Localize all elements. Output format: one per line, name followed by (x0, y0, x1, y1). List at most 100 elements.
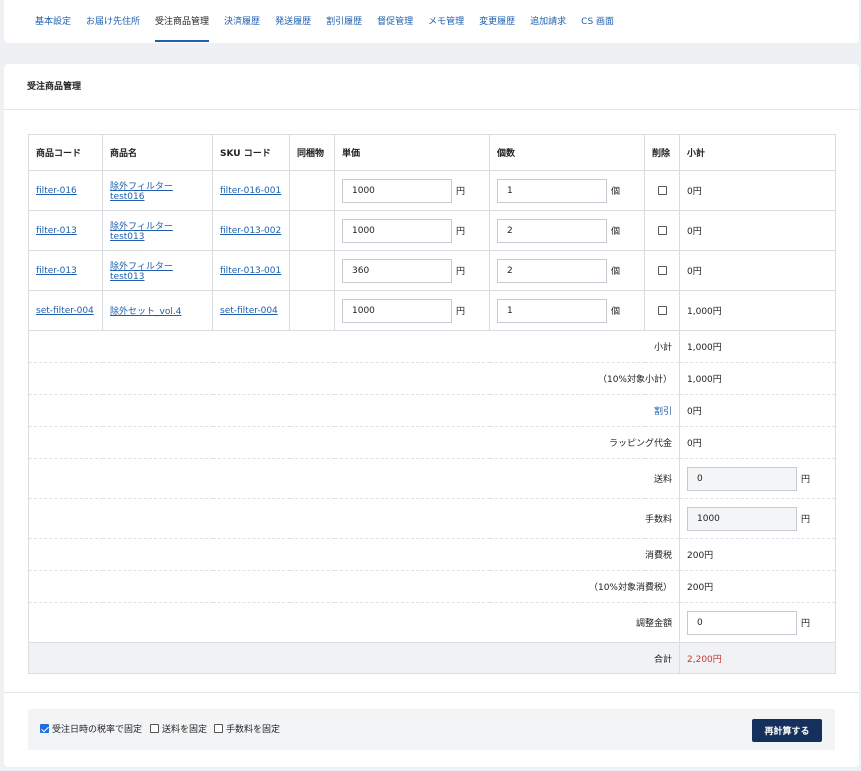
unit-price-input[interactable]: 1000 (342, 218, 452, 243)
yen-unit: 円 (456, 307, 466, 317)
handling-fee-input[interactable]: 1000 (687, 506, 797, 531)
divider (4, 692, 859, 693)
summary-value: 200円 (679, 570, 836, 603)
summary-row-tax: 消費税 200円 (28, 538, 836, 571)
total-label: 合計 (28, 642, 680, 674)
yen-unit: 円 (801, 619, 811, 629)
tab-bar: 基本設定 お届け先住所 受注商品管理 決済履歴 発送履歴 割引履歴 督促管理 メ… (4, 0, 859, 43)
fix-tax-checkbox[interactable] (40, 724, 49, 733)
order-items-table: 商品コード 商品名 SKU コード 同梱物 単価 個数 削除 小計 filter… (28, 134, 836, 674)
row-subtotal: 0円 (679, 250, 836, 291)
sku-code-link[interactable]: filter-013-001 (220, 266, 281, 276)
tab-additional-billing[interactable]: 追加請求 (530, 0, 566, 42)
unit-price-input[interactable]: 1000 (342, 178, 452, 203)
table-row: filter-013 除外フィルターtest013 filter-013-002… (28, 210, 836, 251)
tab-memo[interactable]: メモ管理 (428, 0, 464, 42)
bundle-cell (289, 290, 335, 331)
summary-label: 手数料 (28, 498, 680, 539)
delete-checkbox[interactable] (657, 265, 667, 275)
unit-price-input[interactable]: 360 (342, 258, 452, 283)
header-delete: 削除 (644, 134, 680, 171)
qty-unit: 個 (611, 187, 621, 197)
sku-code-link[interactable]: set-filter-004 (220, 306, 278, 316)
tabs: 基本設定 お届け先住所 受注商品管理 決済履歴 発送履歴 割引履歴 督促管理 メ… (4, 0, 859, 42)
bundle-cell (289, 210, 335, 251)
adjustment-input[interactable]: 0 (687, 610, 797, 635)
header-subtotal: 小計 (679, 134, 836, 171)
section-title: 受注商品管理 (27, 82, 82, 92)
sku-code-link[interactable]: filter-016-001 (220, 186, 281, 196)
fix-fee-option[interactable]: 手数料を固定 (214, 722, 280, 735)
summary-value: 1,000円 (679, 330, 836, 363)
summary-row-discount: 割引 0円 (28, 394, 836, 427)
header-unit-price: 単価 (334, 134, 490, 171)
fix-shipping-option[interactable]: 送料を固定 (150, 722, 207, 735)
fix-shipping-checkbox[interactable] (150, 724, 159, 733)
summary-label: （10%対象消費税） (28, 570, 680, 603)
product-code-link[interactable]: filter-013 (36, 226, 77, 236)
table-row: set-filter-004 除外セット_vol.4 set-filter-00… (28, 290, 836, 331)
yen-unit: 円 (801, 515, 811, 525)
options-bar: 受注日時の税率で固定 送料を固定 手数料を固定 再計算する (28, 709, 835, 750)
summary-label: ラッピング代金 (28, 426, 680, 459)
product-name-link[interactable]: 除外フィルターtest016 (110, 182, 173, 202)
delete-checkbox[interactable] (657, 185, 667, 195)
unit-price-input[interactable]: 1000 (342, 298, 452, 323)
summary-row-subtotal: 小計 1,000円 (28, 330, 836, 363)
total-value: 2,200円 (679, 642, 836, 674)
summary-row-total: 合計 2,200円 (28, 642, 836, 674)
product-name-link[interactable]: 除外セット_vol.4 (110, 307, 181, 317)
summary-label: 消費税 (28, 538, 680, 571)
tab-change-history[interactable]: 変更履歴 (479, 0, 515, 42)
fix-tax-label: 受注日時の税率で固定 (52, 725, 143, 735)
summary-label: 調整金額 (28, 602, 680, 643)
shipping-fee-input[interactable]: 0 (687, 466, 797, 491)
tab-dunning[interactable]: 督促管理 (377, 0, 413, 42)
qty-unit: 個 (611, 227, 621, 237)
summary-row-fee: 手数料 1000 円 (28, 498, 836, 539)
summary-label: 小計 (28, 330, 680, 363)
discount-link[interactable]: 割引 (654, 407, 672, 417)
bundle-cell (289, 250, 335, 291)
fix-fee-label: 手数料を固定 (226, 725, 281, 735)
product-code-link[interactable]: filter-013 (36, 266, 77, 276)
header-sku-code: SKU コード (212, 134, 290, 171)
summary-row-adjust: 調整金額 0円 (28, 602, 836, 643)
tab-delivery-address[interactable]: お届け先住所 (86, 0, 140, 42)
sku-code-link[interactable]: filter-013-002 (220, 226, 281, 236)
yen-unit: 円 (456, 187, 466, 197)
fix-fee-checkbox[interactable] (214, 724, 223, 733)
tab-discount-history[interactable]: 割引履歴 (326, 0, 362, 42)
summary-row-tax-10: （10%対象消費税） 200円 (28, 570, 836, 603)
quantity-input[interactable]: 2 (497, 218, 607, 243)
quantity-input[interactable]: 1 (497, 298, 607, 323)
table-row: filter-016 除外フィルターtest016 filter-016-001… (28, 170, 836, 211)
row-subtotal: 0円 (679, 210, 836, 251)
product-code-link[interactable]: set-filter-004 (36, 306, 94, 316)
delete-checkbox[interactable] (657, 305, 667, 315)
order-items-panel: 受注商品管理 商品コード 商品名 SKU コード 同梱物 単価 個数 削除 小計… (4, 64, 859, 767)
header-product-name: 商品名 (102, 134, 213, 171)
quantity-input[interactable]: 1 (497, 178, 607, 203)
yen-unit: 円 (801, 475, 811, 485)
product-name-link[interactable]: 除外フィルターtest013 (110, 222, 173, 242)
tab-basic-settings[interactable]: 基本設定 (35, 0, 71, 42)
divider (4, 109, 859, 110)
header-product-code: 商品コード (28, 134, 103, 171)
recalculate-button[interactable]: 再計算する (752, 719, 822, 742)
header-bundle: 同梱物 (289, 134, 335, 171)
tab-payment-history[interactable]: 決済履歴 (224, 0, 260, 42)
tab-order-items[interactable]: 受注商品管理 (155, 0, 210, 42)
qty-unit: 個 (611, 307, 621, 317)
product-code-link[interactable]: filter-016 (36, 186, 77, 196)
summary-label: 送料 (28, 458, 680, 499)
product-name-link[interactable]: 除外フィルターtest013 (110, 262, 173, 282)
summary-value: 200円 (679, 538, 836, 571)
quantity-input[interactable]: 2 (497, 258, 607, 283)
tab-cs-screen[interactable]: CS 画面 (581, 0, 614, 42)
tab-shipping-history[interactable]: 発送履歴 (275, 0, 311, 42)
fix-tax-option[interactable]: 受注日時の税率で固定 (40, 722, 142, 735)
fix-shipping-label: 送料を固定 (162, 725, 208, 735)
delete-checkbox[interactable] (657, 225, 667, 235)
row-subtotal: 1,000円 (679, 290, 836, 331)
